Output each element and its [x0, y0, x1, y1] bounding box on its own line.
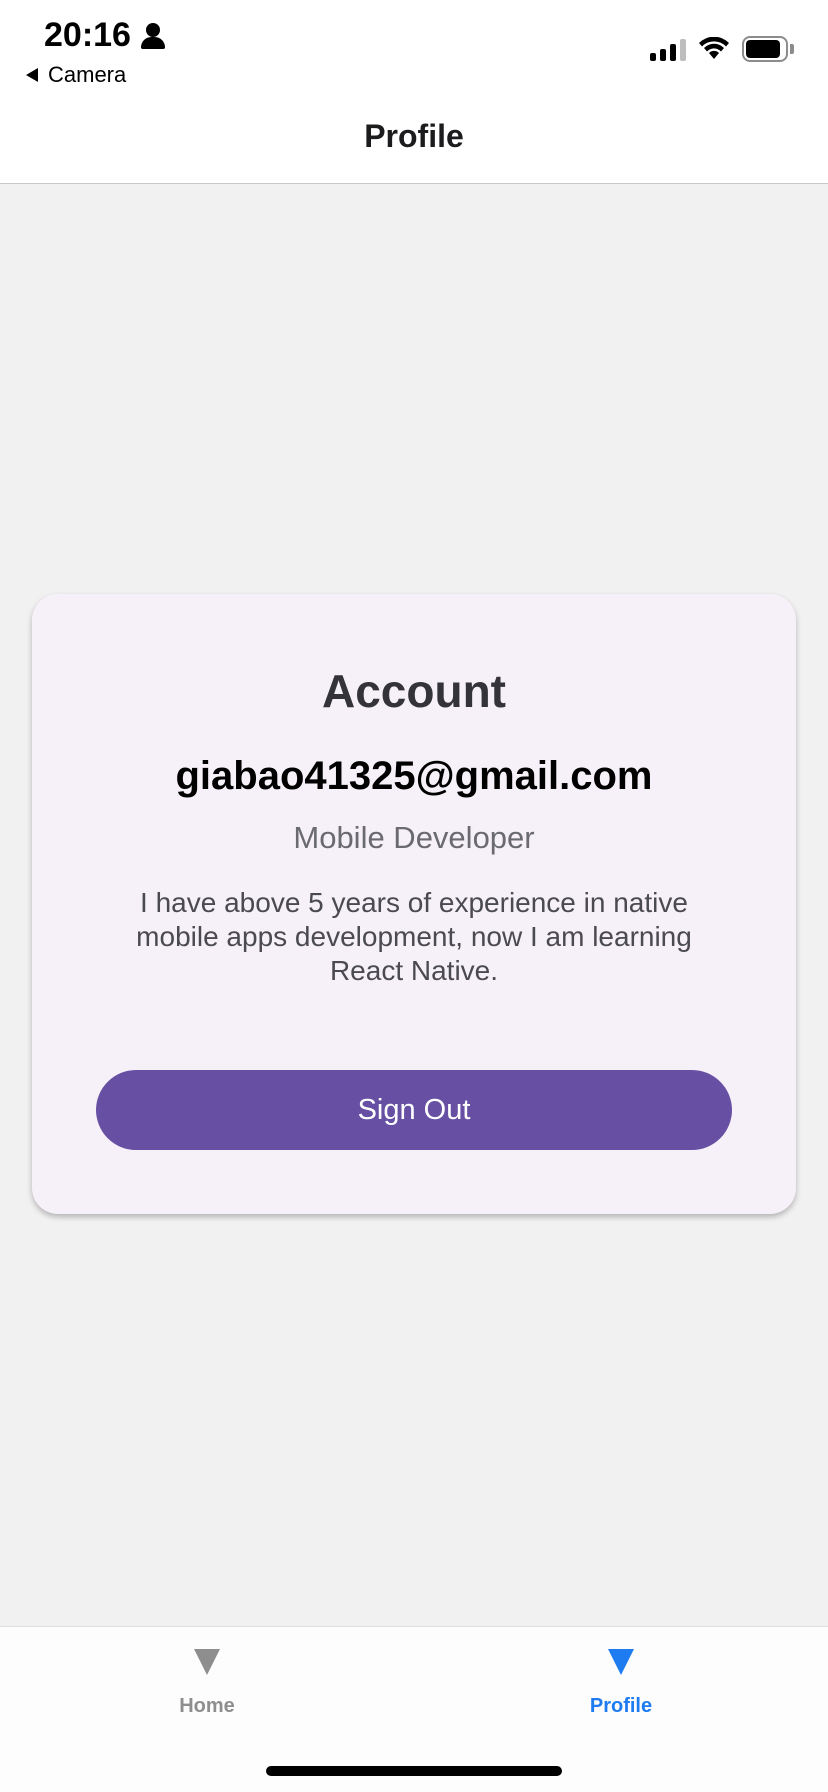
cellular-signal-icon — [650, 37, 686, 61]
back-app-label: Camera — [48, 62, 127, 87]
sign-out-button[interactable]: Sign Out — [96, 1070, 732, 1150]
back-arrow-icon — [26, 68, 38, 82]
wifi-icon — [699, 37, 729, 59]
tab-home[interactable]: Home — [0, 1627, 414, 1737]
status-time: 20:16 — [44, 16, 165, 55]
home-tab-icon — [194, 1649, 220, 1675]
user-bio: I have above 5 years of experience in na… — [136, 887, 692, 986]
profile-tab-icon — [608, 1649, 634, 1675]
user-email: giabao41325@gmail.com — [175, 754, 653, 798]
profile-screen: 20:16 Camera Profile Account giabao41325… — [0, 0, 828, 1792]
tab-profile-label: Profile — [589, 1695, 653, 1717]
card-title: Account — [322, 665, 506, 717]
header: 20:16 Camera Profile — [0, 0, 828, 184]
user-role: Mobile Developer — [293, 820, 535, 855]
tab-profile[interactable]: Profile — [414, 1627, 828, 1737]
clock-text: 20:16 — [44, 16, 131, 54]
person-icon — [140, 22, 165, 49]
back-to-camera-link[interactable]: Camera — [26, 62, 126, 88]
account-card: Account giabao41325@gmail.com Mobile Dev… — [32, 594, 796, 1214]
status-indicators — [650, 36, 794, 62]
tab-home-label: Home — [179, 1695, 235, 1717]
home-indicator[interactable] — [266, 1766, 562, 1776]
page-title: Profile — [364, 118, 464, 154]
battery-icon — [742, 36, 794, 62]
